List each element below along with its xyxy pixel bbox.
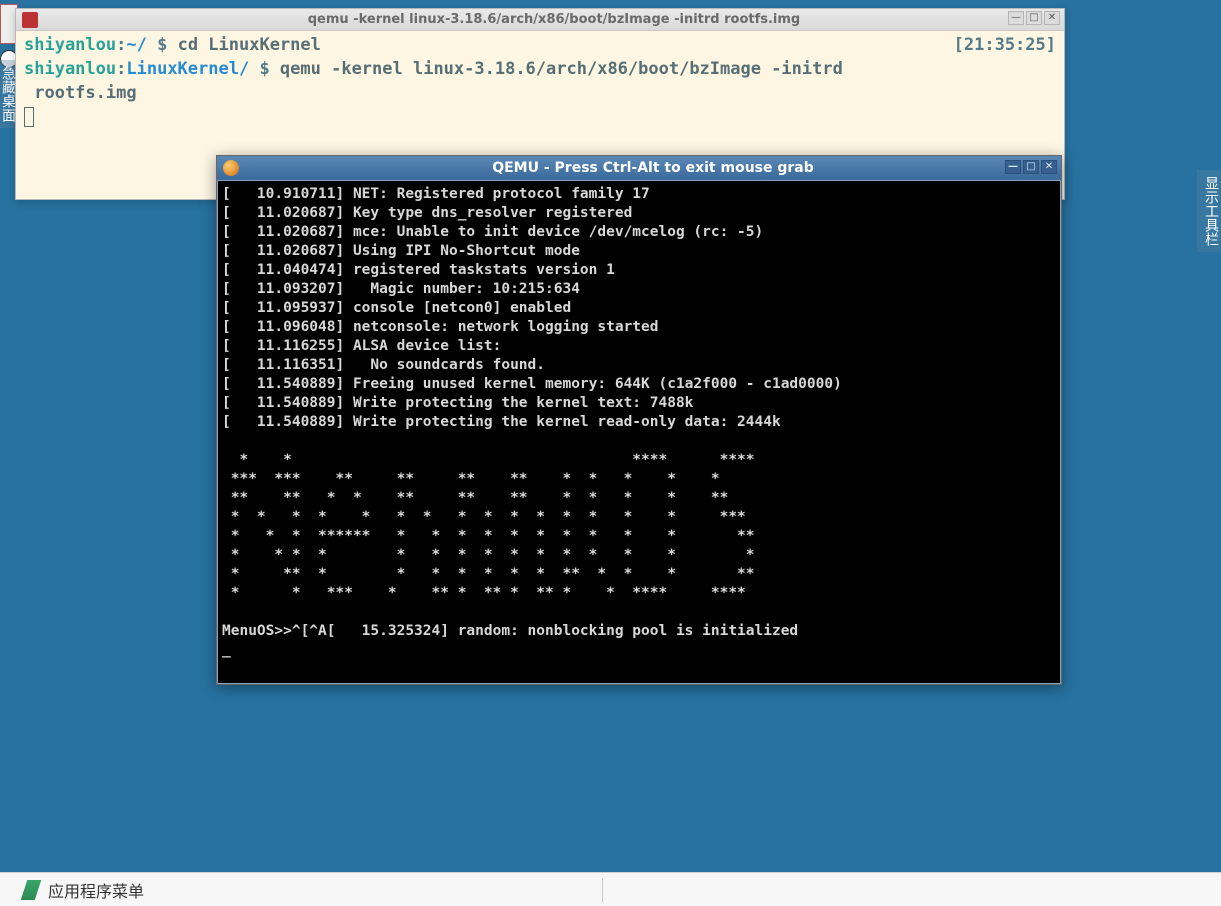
- timestamp: [21:35:25]: [954, 33, 1056, 57]
- maximize-button[interactable]: □: [1026, 11, 1042, 25]
- terminal-cursor: [24, 107, 34, 127]
- prompt-path: LinuxKernel/: [126, 59, 249, 79]
- minimize-button[interactable]: —: [1005, 160, 1021, 174]
- qemu-title: QEMU - Press Ctrl-Alt to exit mouse grab: [245, 160, 1061, 176]
- terminal-app-icon: [22, 12, 38, 28]
- taskbar[interactable]: 应用程序菜单: [0, 872, 1221, 906]
- close-button[interactable]: ✕: [1041, 160, 1057, 174]
- command-1: cd LinuxKernel: [178, 35, 321, 55]
- qemu-window: QEMU - Press Ctrl-Alt to exit mouse grab…: [216, 155, 1062, 685]
- prompt-path: ~/: [126, 35, 146, 55]
- panel-divider: [602, 878, 603, 902]
- prompt-user: shiyanlou: [24, 59, 116, 79]
- applications-menu-label[interactable]: 应用程序菜单: [48, 878, 144, 902]
- qemu-app-icon: [223, 160, 239, 176]
- maximize-button[interactable]: □: [1023, 160, 1039, 174]
- close-button[interactable]: ✕: [1044, 11, 1060, 25]
- terminal-title: qemu -kernel linux-3.18.6/arch/x86/boot/…: [44, 12, 1064, 27]
- qemu-console[interactable]: [ 10.910711] NET: Registered protocol fa…: [217, 180, 1061, 684]
- terminal-titlebar[interactable]: qemu -kernel linux-3.18.6/arch/x86/boot/…: [16, 9, 1064, 31]
- applications-menu-icon[interactable]: [21, 880, 41, 900]
- minimize-button[interactable]: —: [1008, 11, 1024, 25]
- show-toolbar-tab[interactable]: 显示工具栏: [1197, 170, 1221, 252]
- qemu-titlebar[interactable]: QEMU - Press Ctrl-Alt to exit mouse grab…: [217, 156, 1061, 180]
- prompt-user: shiyanlou: [24, 35, 116, 55]
